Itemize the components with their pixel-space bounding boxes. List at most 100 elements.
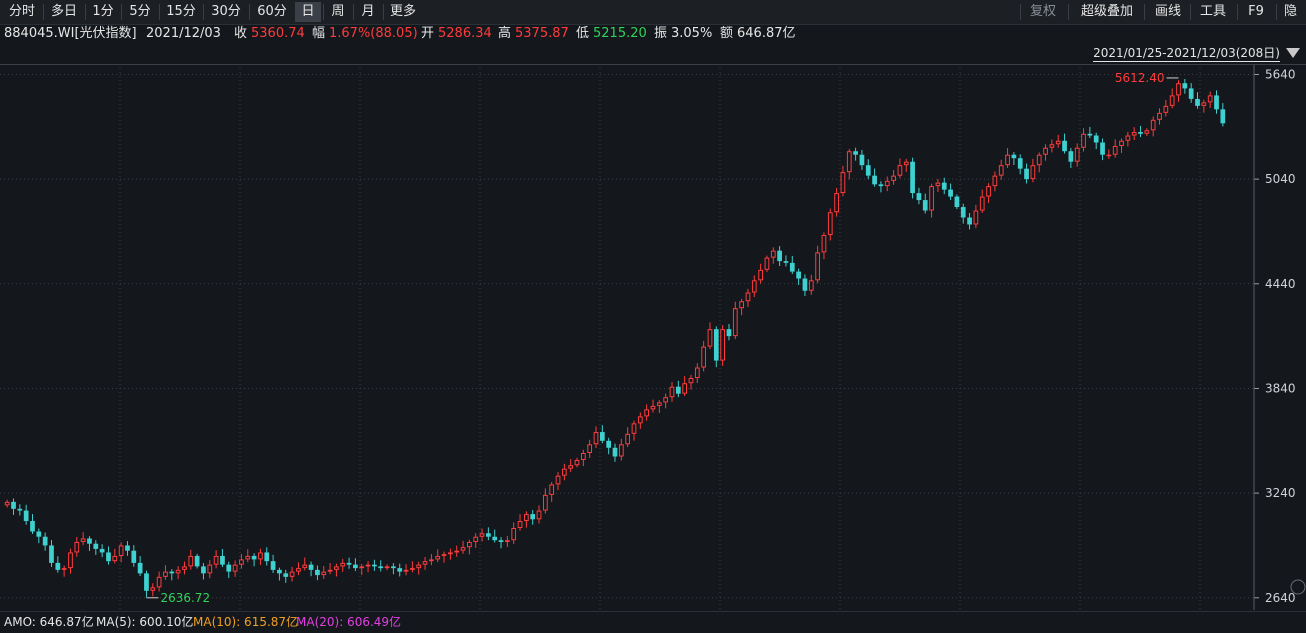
low-label: 低 (576, 26, 590, 41)
scroll-handle-icon (1290, 579, 1306, 595)
candle-body (707, 329, 713, 347)
candle-body (992, 175, 998, 187)
toolbar-divider (1020, 4, 1021, 20)
ma20-value: MA(20): 606.49亿 (296, 615, 402, 629)
candlestick-chart[interactable]: 5640 5040 4440 3840 3240 2640 5612.40 2636.72 (0, 64, 1306, 611)
candle-body (853, 151, 858, 155)
candle-body (277, 569, 282, 574)
tab-1min[interactable]: 1分 (88, 2, 118, 22)
candle-body (1220, 109, 1226, 124)
candle-body (264, 552, 270, 562)
candle-body (511, 528, 517, 541)
restore-rights-button[interactable]: 复权 (1026, 2, 1060, 22)
tab-daily[interactable]: 日 (295, 2, 321, 22)
quote-date: 2021/12/03 (146, 26, 221, 41)
candle-body (1100, 142, 1105, 155)
tab-more[interactable]: 更多 (386, 2, 420, 22)
candle-body (118, 545, 124, 556)
candle-body (517, 521, 523, 529)
tab-timeshare[interactable]: 分时 (4, 2, 40, 22)
tools-button[interactable]: 工具 (1196, 2, 1230, 22)
hide-button[interactable]: 隐藏 (1284, 2, 1306, 22)
min-price-label: 2636.72 (160, 591, 210, 605)
date-range-selector[interactable]: 2021/01/25-2021/12/03(208日) (1093, 45, 1280, 62)
candle-body (1144, 130, 1150, 134)
change-label: 幅 (312, 26, 326, 41)
candle-body (1081, 133, 1086, 148)
candle-body (144, 573, 149, 591)
candle-body (644, 409, 650, 417)
candle-body (840, 172, 846, 194)
candle-body (1093, 135, 1099, 143)
candle-body (207, 564, 213, 574)
tab-weekly[interactable]: 周 (326, 2, 350, 22)
candle-body (606, 440, 612, 448)
candle-body (327, 569, 333, 572)
candle-body (916, 193, 922, 201)
candle-body (1163, 105, 1169, 113)
toolbar-divider (121, 4, 122, 20)
candle-body (384, 566, 390, 569)
candle-body (979, 196, 985, 211)
tab-5min[interactable]: 5分 (124, 2, 156, 22)
candle-body (808, 280, 814, 291)
candle-body (986, 186, 991, 197)
candle-body (701, 346, 707, 368)
candle-body (967, 217, 972, 225)
y-axis-tick-label: 5640 (1265, 67, 1296, 81)
candle-body (897, 165, 903, 176)
candle-body (492, 536, 498, 541)
candle-body (188, 555, 194, 567)
candle-body (226, 564, 232, 572)
candle-body (878, 184, 884, 187)
candle-body (593, 432, 599, 445)
candle-body (713, 329, 719, 361)
open-value: 5286.34 (438, 26, 492, 41)
candle-body (1049, 144, 1055, 148)
dropdown-arrow-icon[interactable] (1286, 48, 1300, 58)
candle-body (523, 514, 529, 522)
candle-body (922, 200, 928, 211)
index-code-name: 884045.WI[光伏指数] (4, 26, 137, 41)
candle-body (251, 555, 257, 560)
candle-body (213, 555, 219, 565)
candle-body (796, 271, 801, 279)
tab-multi-day[interactable]: 多日 (46, 2, 82, 22)
toolbar-divider (159, 4, 160, 20)
candle-body (359, 566, 365, 569)
candle-body (346, 562, 352, 565)
tab-15min[interactable]: 15分 (162, 2, 200, 22)
f9-button[interactable]: F9 (1242, 2, 1270, 22)
candle-body (802, 278, 808, 291)
candle-body (169, 571, 175, 574)
candle-body (422, 561, 428, 565)
y-axis-tick-label: 2640 (1265, 591, 1296, 605)
period-toolbar: 分时 多日 1分 5分 15分 30分 60分 日 周 月 更多 复权 超级叠加… (0, 0, 1306, 25)
tab-60min[interactable]: 60分 (252, 2, 292, 22)
candle-body (99, 548, 105, 553)
candle-body (1176, 83, 1181, 96)
candle-body (1125, 135, 1131, 141)
candle-body (891, 175, 896, 181)
toolbar-divider (203, 4, 204, 20)
candle-body (150, 587, 156, 591)
draw-line-button[interactable]: 画线 (1150, 2, 1186, 22)
overlay-button[interactable]: 超级叠加 (1076, 2, 1138, 22)
candle-body (232, 564, 238, 572)
candle-body (1188, 88, 1194, 99)
tab-30min[interactable]: 30分 (206, 2, 246, 22)
candle-body (764, 257, 770, 270)
range-row: 2021/01/25-2021/12/03(208日) (0, 45, 1306, 65)
candle-body (739, 301, 744, 309)
candle-body (194, 555, 200, 567)
candle-body (125, 545, 130, 551)
tab-monthly[interactable]: 月 (356, 2, 380, 22)
amplitude-value: 3.05% (671, 26, 713, 41)
candle-body (1195, 98, 1200, 106)
candle-body (637, 416, 643, 424)
candle-body (846, 151, 852, 173)
candle-body (1201, 102, 1207, 106)
candle-body (467, 541, 472, 548)
candle-body (1005, 154, 1010, 166)
candle-body (182, 566, 187, 570)
